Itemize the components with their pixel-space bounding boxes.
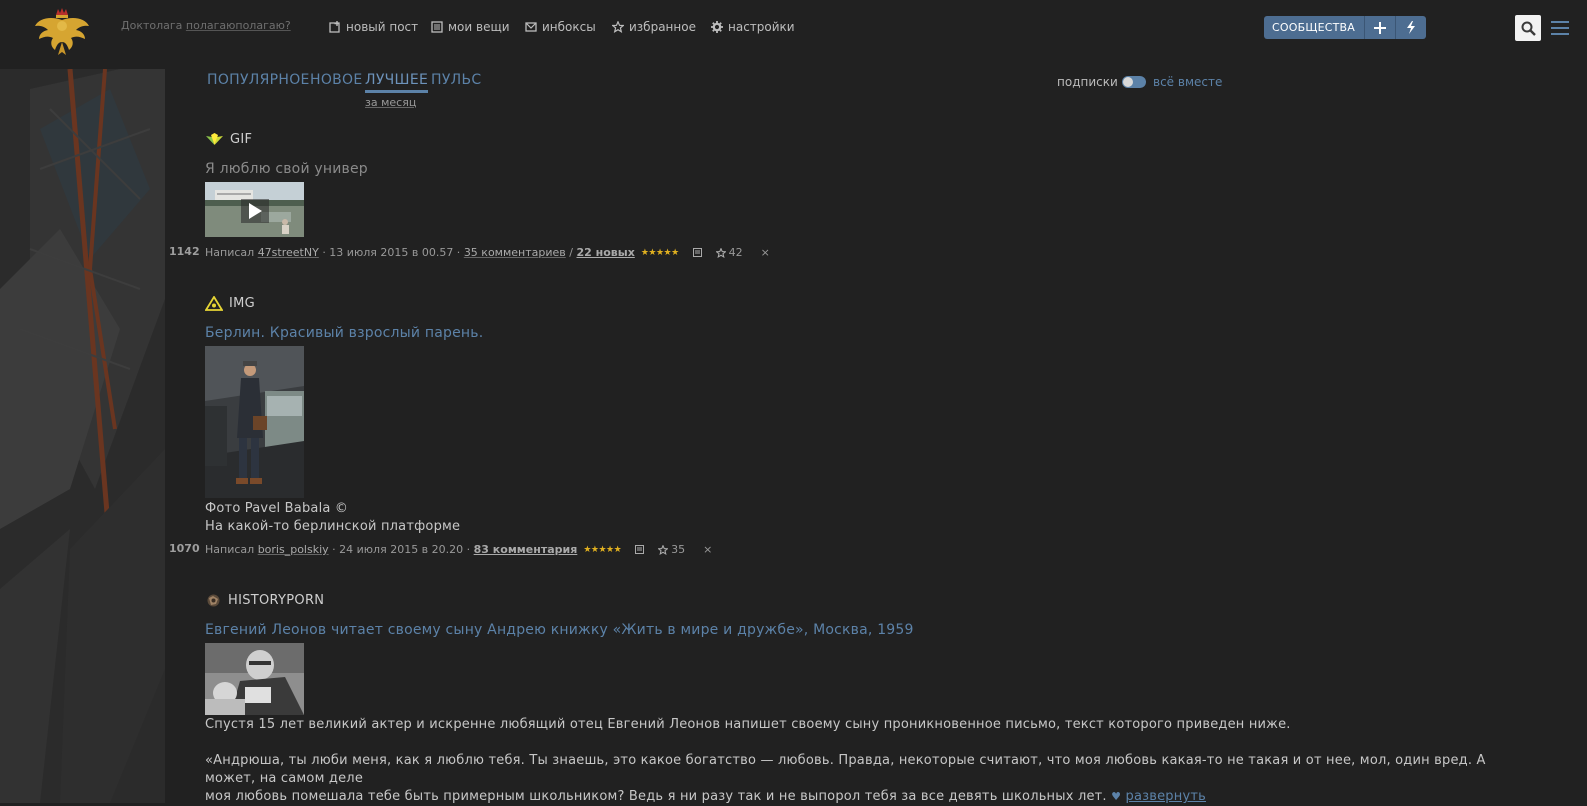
post-2-image-thumbnail[interactable] xyxy=(205,346,304,498)
gear-icon xyxy=(711,21,723,33)
post-1-close-icon[interactable]: × xyxy=(761,246,770,259)
inbox-icon xyxy=(525,22,537,32)
post-1-title[interactable]: Я люблю свой универ xyxy=(205,161,368,177)
nav-my-stuff[interactable]: мои вещи xyxy=(431,20,510,34)
hamburger-menu-icon[interactable] xyxy=(1551,18,1569,38)
plus-icon xyxy=(1374,21,1386,34)
post-3-paragraph-2-line-2: моя любовь помешала тебе быть примерным … xyxy=(205,788,1535,806)
post-2-written-label: Написал xyxy=(205,543,255,556)
post-2-comments-link[interactable]: 83 комментария xyxy=(474,543,578,556)
all-together-label[interactable]: всё вместе xyxy=(1153,75,1222,89)
post-1-rating-stars: ★★★★★ xyxy=(640,247,679,258)
nav-inbox-label: инбоксы xyxy=(542,20,596,34)
post-2-caption-1: Фото Pavel Babala © xyxy=(205,501,349,516)
search-icon xyxy=(1521,21,1536,36)
nav-new-post-label: новый пост xyxy=(346,20,419,34)
post-1-fav-count: 42 xyxy=(728,246,743,259)
add-community-button[interactable] xyxy=(1364,16,1395,39)
post-3-title[interactable]: Евгений Леонов читает своему сыну Андрею… xyxy=(205,622,914,638)
post-1-fav-star-icon[interactable] xyxy=(715,247,726,258)
nav-inbox[interactable]: инбоксы xyxy=(525,20,596,34)
tab-popular[interactable]: ПОПУЛЯРНОЕ xyxy=(207,72,310,88)
post-2-title[interactable]: Берлин. Красивый взрослый парень. xyxy=(205,325,483,341)
post-2-score: 1070 xyxy=(169,542,200,555)
communities-button[interactable]: СООБЩЕСТВА xyxy=(1264,16,1364,39)
post-1-author[interactable]: 47streetNY xyxy=(258,246,319,259)
post-2-category-label: IMG xyxy=(229,296,256,311)
post-2-fav-star-icon[interactable] xyxy=(658,544,669,555)
post-3-image-thumbnail[interactable] xyxy=(205,643,304,715)
post-1-score: 1142 xyxy=(169,245,200,258)
tower-illustration xyxy=(0,69,165,803)
post-1-meta: Написал 47streetNY · 13 июля 2015 в 00.5… xyxy=(205,246,770,259)
post-1-category-label: GIF xyxy=(230,132,253,147)
post-1-written-label: Написал xyxy=(205,246,255,259)
tab-new[interactable]: НОВОЕ xyxy=(310,72,363,88)
post-2-rating-stars: ★★★★★ xyxy=(583,544,622,555)
nav-favorites-label: избранное xyxy=(629,20,696,34)
nav-settings[interactable]: настройки xyxy=(711,20,795,34)
post-1-share-icon[interactable] xyxy=(692,248,702,257)
post-2-meta: Написал boris_polskiy · 24 июля 2015 в 2… xyxy=(205,543,712,556)
post-1-gif-thumbnail[interactable] xyxy=(205,182,304,237)
tab-pulse[interactable]: ПУЛЬС xyxy=(431,72,481,88)
expand-heart-icon: ♥ xyxy=(1111,790,1122,803)
post-1-new-comments-link[interactable]: 22 новых xyxy=(577,246,635,259)
post-2-caption-2: На какой-то берлинской платформе xyxy=(205,519,461,534)
gif-category-icon xyxy=(206,133,223,145)
site-header: Доктолага полагаюполагаю? новый пост мои… xyxy=(0,0,1587,69)
post-3-paragraph-1: Спустя 15 лет великий актер и искренне л… xyxy=(205,717,1291,732)
post-1-separator: / xyxy=(569,246,573,259)
nav-new-post[interactable]: новый пост xyxy=(329,20,418,34)
img-category-icon xyxy=(205,296,223,311)
period-selector[interactable]: за месяц xyxy=(365,96,416,109)
post-3-category[interactable]: HISTORYPORN xyxy=(205,593,324,608)
feed-toggle[interactable] xyxy=(1122,76,1146,88)
tagline-prefix: Доктолага xyxy=(121,19,186,32)
my-stuff-icon xyxy=(431,21,443,33)
post-3-paragraph-2-text: моя любовь помешала тебе быть примерным … xyxy=(205,789,1107,804)
new-post-icon xyxy=(329,21,340,33)
post-1-category[interactable]: GIF xyxy=(205,132,252,147)
post-2-share-icon[interactable] xyxy=(635,545,645,554)
post-2-fav-count: 35 xyxy=(671,543,686,556)
tagline: Доктолага полагаюполагаю? xyxy=(121,19,291,32)
post-3-paragraph-2: «Андрюша, ты люби меня, как я люблю тебя… xyxy=(205,752,1535,806)
lightning-button[interactable] xyxy=(1395,16,1426,39)
tagline-link[interactable]: полагаюполагаю? xyxy=(186,19,291,32)
expand-link[interactable]: развернуть xyxy=(1126,789,1206,804)
search-button[interactable] xyxy=(1515,15,1541,41)
post-1-comments-link[interactable]: 35 комментариев xyxy=(464,246,566,259)
nav-favorites[interactable]: избранное xyxy=(612,20,696,34)
star-icon xyxy=(612,21,624,33)
post-2-category[interactable]: IMG xyxy=(205,296,255,311)
post-2-close-icon[interactable]: × xyxy=(703,543,712,556)
subscriptions-label[interactable]: подписки xyxy=(1057,75,1118,89)
logo-eagle-icon[interactable] xyxy=(33,6,91,56)
post-3-paragraph-2-line-1: «Андрюша, ты люби меня, как я люблю тебя… xyxy=(205,753,1486,786)
nav-my-stuff-label: мои вещи xyxy=(448,20,510,34)
post-2-date: · 24 июля 2015 в 20.20 · xyxy=(332,543,471,556)
post-3-category-label: HISTORYPORN xyxy=(228,593,325,608)
main-content: ПОПУЛЯРНОЕ НОВОЕ ЛУЧШЕЕ ПУЛЬС xyxy=(165,69,1587,803)
post-2-author[interactable]: boris_polskiy xyxy=(258,543,329,556)
nav-settings-label: настройки xyxy=(728,20,795,34)
communities-group: СООБЩЕСТВА xyxy=(1264,16,1426,39)
tab-best[interactable]: ЛУЧШЕЕ xyxy=(365,72,429,93)
background-decoration xyxy=(0,69,165,803)
lightning-icon xyxy=(1407,21,1415,34)
historyporn-category-icon xyxy=(207,594,220,607)
toggle-knob xyxy=(1123,77,1133,87)
post-1-date: · 13 июля 2015 в 00.57 · xyxy=(322,246,461,259)
